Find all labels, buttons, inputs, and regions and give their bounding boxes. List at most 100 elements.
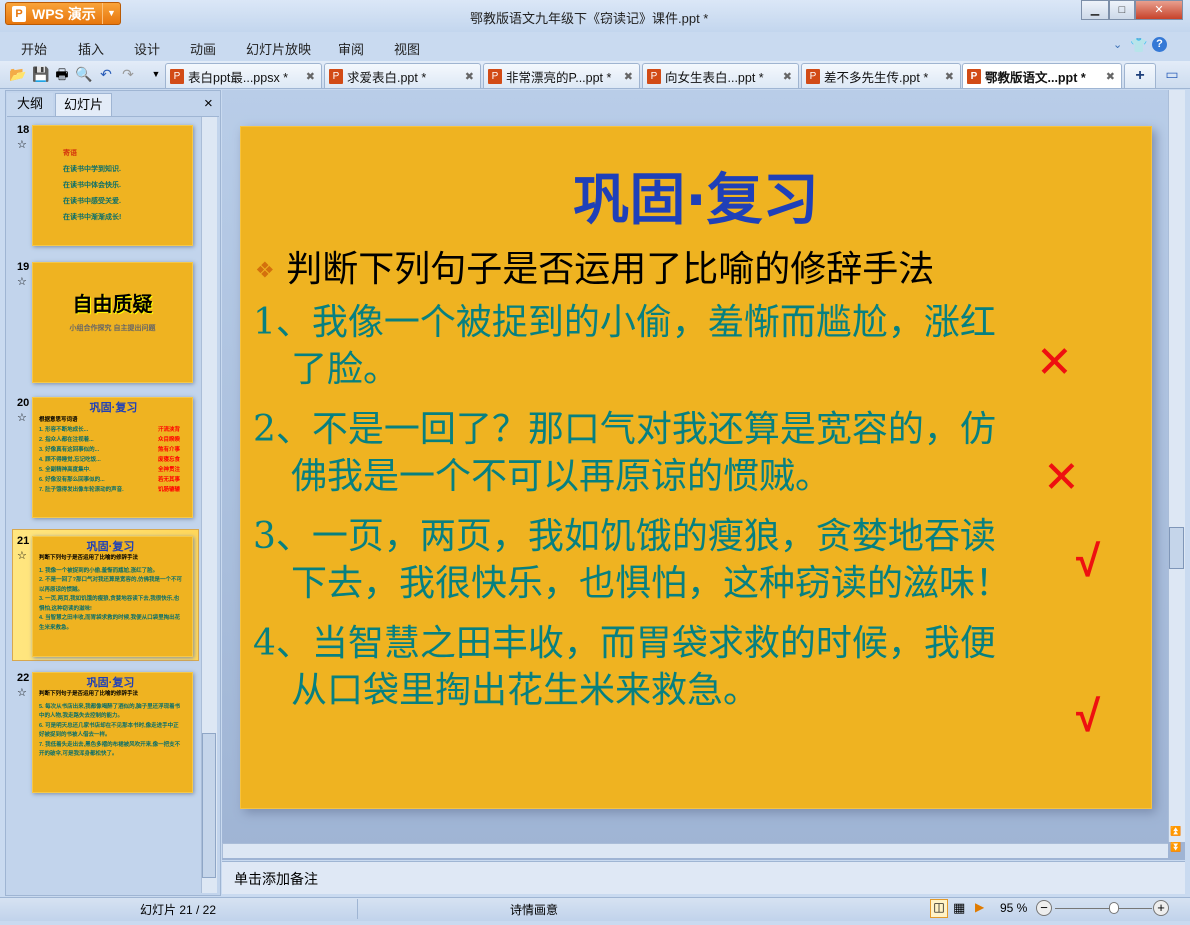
cross-mark-icon: ✕ [1043, 453, 1080, 502]
slide-bullet: 判断下列句子是否运用了比喻的修辞手法 [286, 249, 935, 290]
new-tab-button[interactable]: + [1124, 63, 1156, 88]
slideshow-icon[interactable]: ▶ [975, 900, 984, 914]
chevron-down-icon[interactable]: ⌄ [1113, 38, 1122, 51]
vertical-scrollbar[interactable] [1168, 90, 1185, 842]
minimize-button[interactable]: ▁ [1081, 0, 1109, 20]
slide-thumbnail-20[interactable]: 巩固·复习 根据意思写词语 1. 形容不断地成长... 2. 指众人都在注视着..… [32, 397, 193, 518]
slide-thumbnail-18[interactable]: 寄语 在读书中学到知识. 在读书中体会快乐. 在读书中感受关爱. 在读书中渐渐成… [32, 125, 193, 246]
thumb-title: 巩固·复习 [86, 541, 135, 553]
thumb-text: 1. 形容不断地成长... [39, 427, 89, 433]
close-button[interactable]: ✕ [1135, 0, 1183, 20]
slide-thumbnail-19[interactable]: 自由质疑 小组合作探究 自主提出问题 [32, 262, 193, 383]
thumb-text: 2. 不是一回了?那口气对我还算是宽容的,仿佛我是一个不可以再原谅的惯贼。 [39, 577, 183, 593]
zoom-slider[interactable] [1055, 908, 1152, 909]
tab-label: 非常漂亮的P...ppt * [506, 70, 612, 85]
next-slide-icon[interactable]: ⏬ [1170, 842, 1181, 853]
item-text: 佛我是一个不可以再原谅的惯贼。 [291, 456, 832, 497]
thumb-text: 判断下列句子是否运用了比喻的修辞手法 [39, 555, 139, 561]
menu-animation[interactable]: 动画 [190, 39, 216, 58]
horizontal-scrollbar[interactable] [222, 843, 1168, 858]
thumb-scrollbar-thumb[interactable] [202, 733, 216, 878]
close-tab-icon[interactable]: ✖ [465, 70, 474, 83]
slide-number: 22 [17, 672, 30, 684]
zoom-slider-thumb[interactable] [1109, 902, 1120, 914]
thumb-title: 自由质疑 [72, 294, 153, 316]
check-mark-icon: √ [1076, 692, 1101, 741]
close-tab-icon[interactable]: ✖ [783, 70, 792, 83]
slide-sorter-icon[interactable]: ▦ [953, 900, 965, 916]
document-tab[interactable]: P 差不多先生传.ppt * ✖ [801, 63, 961, 88]
undo-icon[interactable]: ↶ [97, 65, 115, 83]
ppt-file-icon: P [967, 68, 981, 84]
thumb-text: 2. 指众人都在注视着... [39, 437, 94, 443]
menu-home[interactable]: 开始 [21, 39, 47, 58]
previous-slide-icon[interactable]: ⏫ [1170, 826, 1181, 837]
close-tab-icon[interactable]: ✖ [624, 70, 633, 83]
app-name: WPS 演示 [32, 5, 96, 22]
thumb-text: 5. 全副精神高度集中. [39, 467, 91, 473]
close-tab-icon[interactable]: ✖ [945, 70, 954, 83]
item-text: 2、不是一回了？那口气对我还算是宽容的，仿 [253, 409, 996, 450]
check-mark-icon: √ [1076, 537, 1101, 586]
slide-thumbnail-22[interactable]: 巩固·复习 判断下列句子是否运用了比喻的修辞手法 5. 每次从书店出来,我都像喝… [32, 672, 193, 793]
tab-outline[interactable]: 大纲 [7, 93, 53, 116]
zoom-out-button[interactable]: − [1036, 900, 1052, 916]
close-panel-icon[interactable]: × [204, 95, 213, 112]
document-tab[interactable]: P 非常漂亮的P...ppt * ✖ [483, 63, 640, 88]
divider [357, 899, 358, 919]
document-tab[interactable]: P 向女生表白...ppt * ✖ [642, 63, 799, 88]
animation-star-icon: ☆ [17, 276, 27, 288]
ppt-file-icon: P [329, 68, 343, 84]
menu-bar [0, 32, 1190, 60]
redo-icon[interactable]: ↷ [119, 65, 137, 83]
close-tab-icon[interactable]: ✖ [306, 70, 315, 83]
menu-slideshow[interactable]: 幻灯片放映 [246, 39, 311, 58]
close-tab-icon[interactable]: ✖ [1106, 70, 1115, 83]
thumb-text: 3. 好像真有这回事似的... [39, 447, 100, 453]
notes-input[interactable]: 单击添加备注 [222, 861, 1185, 894]
thumb-answer: 汗流浃背 [158, 427, 181, 433]
normal-view-icon[interactable]: ◫ [930, 899, 948, 918]
customize-toolbar-icon[interactable]: ▼ [147, 65, 165, 83]
print-preview-icon[interactable]: 🔍 [75, 65, 93, 83]
window-list-icon[interactable]: ▭ [1163, 65, 1181, 83]
animation-star-icon: ☆ [17, 412, 27, 424]
document-tab[interactable]: P 表白ppt最...ppsx * ✖ [165, 63, 322, 88]
help-icon[interactable]: ? [1152, 37, 1167, 52]
thumb-text: 4. 当智慧之田丰收,而胃袋求救的时候,我便从口袋里掏出花生米来救急。 [39, 615, 181, 631]
item-text: 1、我像一个被捉到的小偷，羞惭而尴尬，涨红 [253, 302, 996, 343]
thumb-text: 3. 一页,两页,我如饥饿的瘦狼,贪婪地吞读下去,我很快乐,也惧怕,这种窃读的滋… [39, 596, 180, 612]
menu-view[interactable]: 视图 [394, 39, 420, 58]
thumb-title: 巩固·复习 [89, 402, 138, 414]
document-tab[interactable]: P 求爱表白.ppt * ✖ [324, 63, 481, 88]
vertical-scrollbar-thumb[interactable] [1169, 527, 1184, 569]
thumb-text: 在读书中感受关爱. [63, 198, 121, 205]
save-icon[interactable]: 💾 [32, 65, 50, 83]
thumb-text: 小组合作探究 自主提出问题 [69, 325, 156, 332]
slide-title: 巩固·复习 [573, 168, 819, 233]
menu-design[interactable]: 设计 [134, 39, 160, 58]
animation-star-icon: ☆ [17, 687, 27, 699]
slide-number: 19 [17, 261, 30, 273]
thumb-text: 7. 我低着头走出去,黑色多褶的布裙被风吹开来,像一把支不开的破伞,可是我浑身都… [39, 741, 181, 758]
print-icon[interactable]: 🖶 [53, 65, 71, 83]
ppt-file-icon: P [806, 68, 820, 84]
item-text: 下去，我很快乐，也惧怕，这种窃读的滋味！ [291, 563, 1012, 604]
thumb-text: 寄语 [63, 150, 77, 157]
tab-slides[interactable]: 幻灯片 [55, 93, 112, 116]
skin-icon[interactable]: 👕 [1130, 37, 1147, 54]
current-slide[interactable]: 巩固·复习 ❖ 判断下列句子是否运用了比喻的修辞手法 1、我像一个被捉到的小偷，… [240, 126, 1152, 809]
item-text: 4、当智慧之田丰收，而胃袋求救的时候，我便 [253, 623, 996, 664]
thumb-text: 5. 每次从书店出来,我都像喝醉了酒似的,脑子里还浮现着书中的人物,我走路失去控… [39, 703, 181, 720]
open-icon[interactable]: 📂 [9, 65, 27, 83]
menu-insert[interactable]: 插入 [78, 39, 104, 58]
thumb-answer: 众目睽睽 [158, 437, 181, 443]
slide-thumbnail-21[interactable]: 巩固·复习 判断下列句子是否运用了比喻的修辞手法 1. 我像一个被捉到的小偷,羞… [32, 536, 193, 657]
document-tab-active[interactable]: P 鄂教版语文...ppt * ✖ [962, 63, 1122, 88]
cross-mark-icon: ✕ [1036, 338, 1073, 387]
maximize-button[interactable]: □ [1109, 0, 1135, 20]
tab-label: 差不多先生传.ppt * [824, 70, 929, 85]
zoom-in-button[interactable]: + [1153, 900, 1169, 916]
wps-menu-button[interactable]: P WPS 演示 ▼ [5, 2, 121, 25]
menu-review[interactable]: 审阅 [338, 39, 364, 58]
